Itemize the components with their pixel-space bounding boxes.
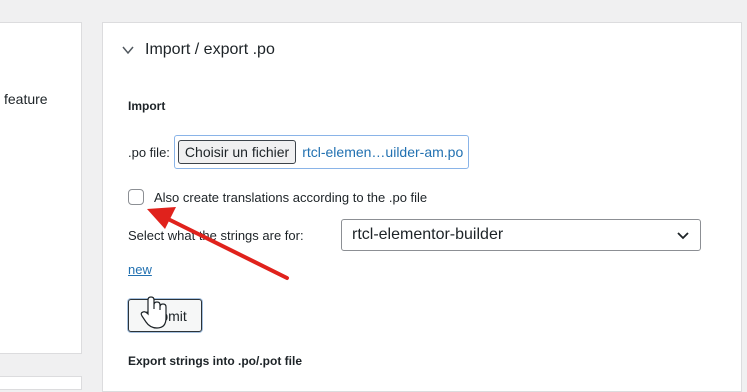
choose-file-button[interactable]: Choisir un fichier <box>177 140 297 164</box>
import-export-panel: Import / export .po Import .po file: Cho… <box>102 22 742 392</box>
submit-button[interactable]: Submit <box>128 299 202 332</box>
create-translations-checkbox[interactable] <box>128 189 144 205</box>
chevron-down-icon <box>122 46 134 55</box>
panel-header-toggle[interactable]: Import / export .po <box>121 41 275 59</box>
po-file-label: .po file: <box>128 144 170 160</box>
panel-title: Import / export .po <box>145 41 275 58</box>
chevron-down-icon <box>677 232 689 240</box>
new-link[interactable]: new <box>128 262 152 277</box>
strings-for-label: Select what the strings are for: <box>128 227 304 243</box>
create-translations-label: Also create translations according to th… <box>154 189 428 205</box>
import-heading: Import <box>128 99 166 113</box>
strings-for-select[interactable]: rtcl-elementor-builder <box>341 219 701 251</box>
create-translations-row: Also create translations according to th… <box>128 189 427 205</box>
po-file-input[interactable]: Choisir un fichier rtcl-elemen…uilder-am… <box>173 135 470 169</box>
left-panel-text: feature <box>4 91 48 107</box>
strings-for-row: Select what the strings are for: rtcl-el… <box>128 219 701 251</box>
export-heading: Export strings into .po/.pot file <box>128 354 302 368</box>
left-panel-lower <box>0 376 82 390</box>
chosen-file-name: rtcl-elemen…uilder-am.po <box>302 144 464 160</box>
strings-for-selected-value: rtcl-elementor-builder <box>352 226 504 243</box>
left-panel: feature <box>0 22 82 354</box>
po-file-row: .po file: Choisir un fichier rtcl-elemen… <box>128 135 470 169</box>
